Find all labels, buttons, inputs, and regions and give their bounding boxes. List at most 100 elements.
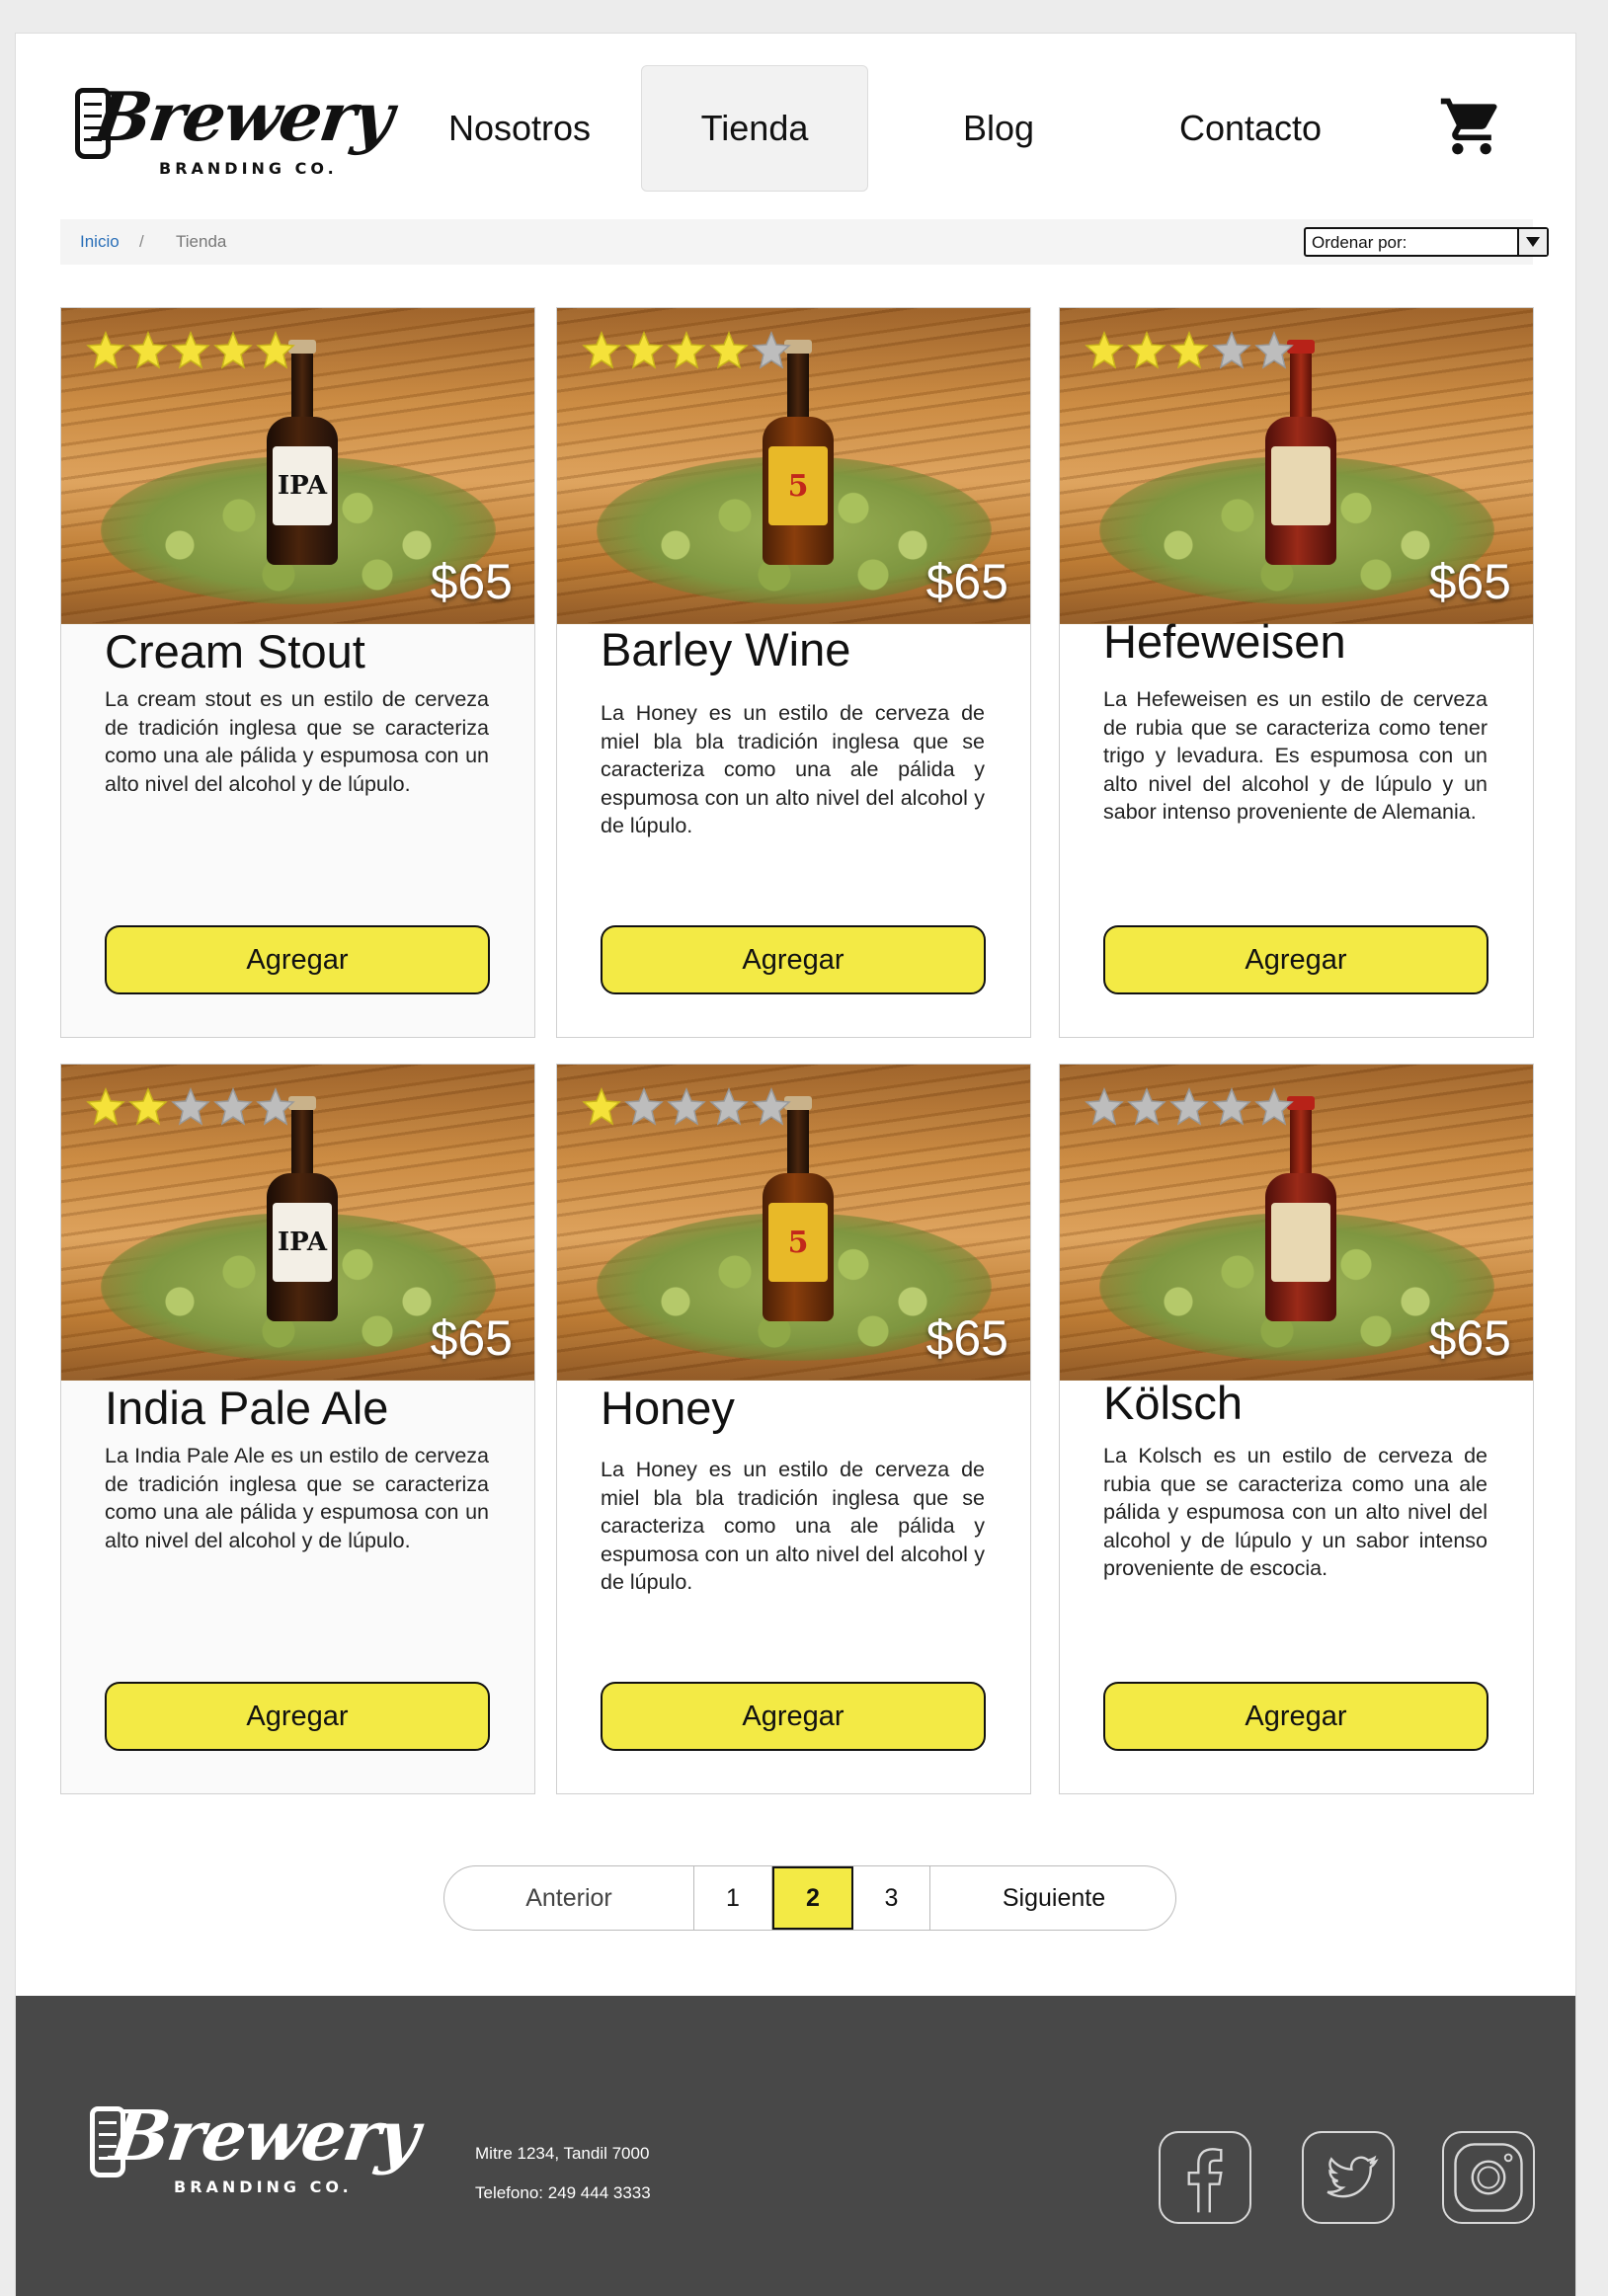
star-filled-icon — [582, 1087, 621, 1126]
beer-bottle — [1265, 1096, 1336, 1321]
add-to-cart-button[interactable]: Agregar — [105, 925, 490, 994]
product-card: $65 Kölsch La Kolsch es un estilo de cerve… — [1059, 1064, 1534, 1794]
product-title: Kölsch — [1103, 1377, 1244, 1429]
pagination-page-1[interactable]: 1 — [694, 1866, 772, 1930]
breadcrumb-home-link[interactable]: Inicio — [80, 232, 120, 252]
bottle-label — [1271, 1203, 1330, 1282]
product-image[interactable]: 5 $65 — [557, 1065, 1030, 1381]
pagination-page-3[interactable]: 3 — [853, 1866, 930, 1930]
rating-stars — [85, 330, 297, 371]
product-card: IPA $65 India Pale Ale La India Pale Ale es… — [60, 1064, 535, 1794]
star-empty-icon — [1212, 331, 1251, 369]
product-price: $65 — [925, 554, 1008, 609]
product-price: $65 — [430, 554, 513, 609]
product-description: La Kolsch es un estilo de cerveza de rub… — [1103, 1444, 1487, 1580]
product-image[interactable]: 5 $65 — [557, 308, 1030, 624]
brand-name: Brewery — [89, 78, 397, 157]
star-empty-icon — [171, 1087, 210, 1126]
star-filled-icon — [582, 331, 621, 369]
bottle-label: 5 — [768, 1203, 828, 1282]
product-description: La Honey es un estilo de cerveza de miel… — [601, 701, 985, 837]
breadcrumb-bar: Inicio / Tienda Ordenar por: — [60, 219, 1549, 265]
star-empty-icon — [752, 1087, 791, 1126]
shopping-cart-icon[interactable] — [1436, 93, 1507, 160]
star-empty-icon — [256, 1087, 295, 1126]
facebook-icon[interactable] — [1159, 2131, 1251, 2224]
pagination-prev-button[interactable]: Anterior — [444, 1866, 694, 1930]
star-empty-icon — [1127, 1087, 1166, 1126]
star-empty-icon — [667, 1087, 706, 1126]
product-price: $65 — [430, 1310, 513, 1366]
rating-stars — [1084, 1086, 1296, 1128]
nav-item-nosotros[interactable]: Nosotros — [401, 65, 638, 192]
bottle-label: IPA — [273, 1203, 332, 1282]
product-card: $65 Hefeweisen La Hefeweisen es un estilo … — [1059, 307, 1534, 1038]
product-image[interactable]: $65 — [1060, 308, 1533, 624]
beer-bottle: IPA — [267, 1096, 338, 1321]
star-empty-icon — [213, 1087, 253, 1126]
star-filled-icon — [709, 331, 749, 369]
pagination-page-2-current[interactable]: 2 — [772, 1866, 853, 1930]
rating-stars — [85, 1086, 297, 1128]
chevron-down-icon[interactable] — [1517, 229, 1547, 255]
add-to-cart-button[interactable]: Agregar — [601, 925, 986, 994]
star-filled-icon — [213, 331, 253, 369]
beer-bottle — [1265, 340, 1336, 565]
site-header: Brewery BRANDING CO. Nosotros Tienda Blo… — [16, 34, 1575, 201]
breadcrumb-separator: / — [139, 232, 144, 251]
product-price: $65 — [1428, 554, 1511, 609]
footer-brand-name: Brewery — [106, 2095, 423, 2177]
sort-label: Ordenar por: — [1312, 233, 1407, 252]
bottle-label — [1271, 446, 1330, 525]
product-image[interactable]: IPA $65 — [61, 308, 534, 624]
star-filled-icon — [128, 331, 168, 369]
star-empty-icon — [1254, 1087, 1294, 1126]
nav-item-contacto[interactable]: Contacto — [1122, 65, 1379, 192]
brand-logo[interactable]: Brewery BRANDING CO. — [75, 78, 396, 201]
product-description: La India Pale Ale es un estilo de cervez… — [105, 1444, 489, 1552]
star-empty-icon — [1169, 1087, 1209, 1126]
star-filled-icon — [86, 1087, 125, 1126]
product-title: Barley Wine — [601, 623, 851, 675]
product-price: $65 — [1428, 1310, 1511, 1366]
product-description: La Honey es un estilo de cerveza de miel… — [601, 1458, 985, 1594]
breadcrumb-current: Tienda — [176, 232, 227, 251]
instagram-icon[interactable] — [1442, 2131, 1535, 2224]
add-to-cart-button[interactable]: Agregar — [1103, 925, 1488, 994]
brand-tagline: BRANDING CO. — [159, 159, 338, 178]
nav-item-tienda[interactable]: Tienda — [641, 65, 868, 192]
beer-bottle: 5 — [763, 340, 834, 565]
star-filled-icon — [1127, 331, 1166, 369]
twitter-icon[interactable] — [1302, 2131, 1395, 2224]
product-price: $65 — [925, 1310, 1008, 1366]
star-empty-icon — [1254, 331, 1294, 369]
star-filled-icon — [171, 331, 210, 369]
pagination-next-button[interactable]: Siguiente — [930, 1866, 1177, 1930]
star-empty-icon — [1212, 1087, 1251, 1126]
product-card: 5 $65 Barley Wine La Honey es un estilo de … — [556, 307, 1031, 1038]
product-description: La cream stout es un estilo de cerveza d… — [105, 687, 489, 796]
footer-brand-tagline: BRANDING CO. — [174, 2177, 353, 2196]
product-image[interactable]: IPA $65 — [61, 1065, 534, 1381]
rating-stars — [581, 330, 793, 371]
footer-brand-logo[interactable]: Brewery BRANDING CO. — [90, 2095, 426, 2203]
star-filled-icon — [86, 331, 125, 369]
add-to-cart-button[interactable]: Agregar — [1103, 1682, 1488, 1751]
beer-bottle: 5 — [763, 1096, 834, 1321]
product-title: Cream Stout — [105, 625, 365, 677]
sort-select[interactable]: Ordenar por: — [1304, 227, 1549, 257]
add-to-cart-button[interactable]: Agregar — [105, 1682, 490, 1751]
product-card: IPA $65 Cream Stout La cream stout es un es… — [60, 307, 535, 1038]
rating-stars — [1084, 330, 1296, 371]
product-image[interactable]: $65 — [1060, 1065, 1533, 1381]
star-empty-icon — [1085, 1087, 1124, 1126]
star-empty-icon — [709, 1087, 749, 1126]
star-empty-icon — [624, 1087, 664, 1126]
product-title: Honey — [601, 1382, 735, 1434]
star-filled-icon — [667, 331, 706, 369]
pagination: Anterior 1 2 3 Siguiente — [443, 1865, 1176, 1931]
nav-item-blog[interactable]: Blog — [885, 65, 1112, 192]
add-to-cart-button[interactable]: Agregar — [601, 1682, 986, 1751]
footer-address: Mitre 1234, Tandil 7000 — [475, 2144, 650, 2163]
star-filled-icon — [1169, 331, 1209, 369]
